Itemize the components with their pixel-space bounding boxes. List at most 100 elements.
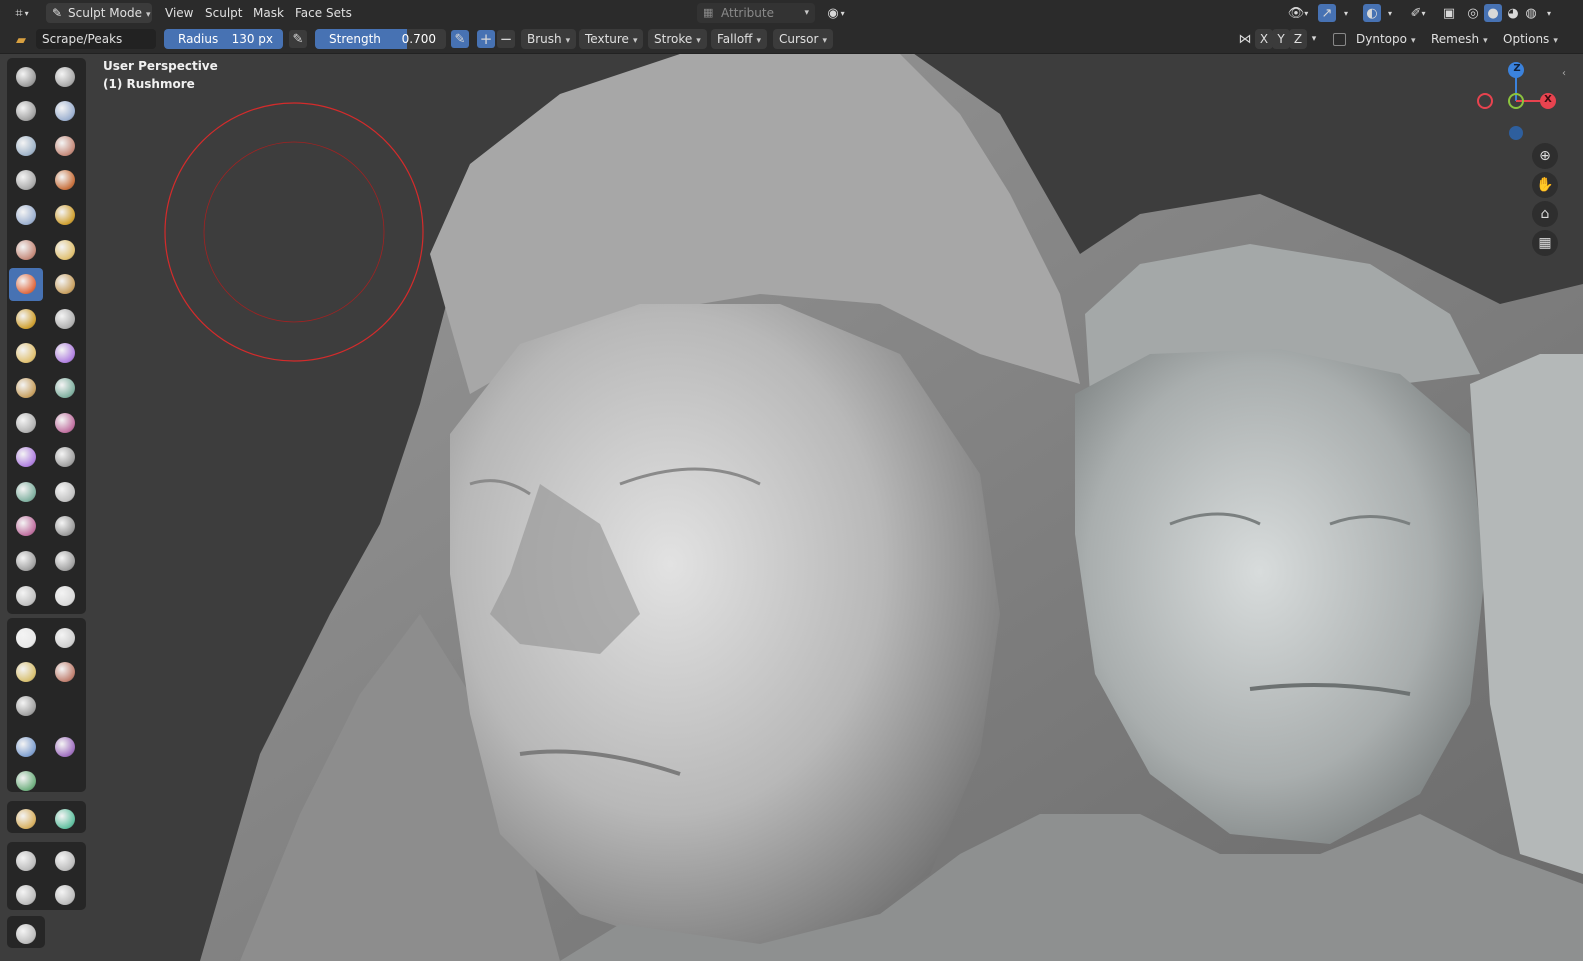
remesh-dropdown[interactable]: Remesh ▾ [1425,29,1494,49]
brush-tool[interactable] [48,544,82,577]
face-set-tool[interactable] [9,730,43,763]
mirror-x-toggle[interactable]: X [1255,29,1273,49]
xray-icon[interactable]: ▣ [1440,4,1458,22]
cursor-dropdown[interactable]: Cursor ▾ [773,29,833,49]
brush-tool[interactable] [48,95,82,128]
menu-face-sets[interactable]: Face Sets [295,3,352,23]
brush-tool[interactable] [9,267,43,301]
brush-tool[interactable] [9,475,43,508]
brush-name-field[interactable]: Scrape/Peaks [36,29,156,49]
lasso-mask-tool[interactable] [48,621,82,654]
mirror-y-toggle[interactable]: Y [1272,29,1290,49]
attribute-selector[interactable]: ▦ Attribute ▾ [697,3,815,23]
view-name-label: User Perspective [103,59,218,73]
brush-tool[interactable] [48,441,82,474]
box-hide-tool[interactable] [9,689,43,722]
mode-selector[interactable]: ✎ Sculpt Mode ▾ [46,3,152,23]
options-dropdown[interactable]: Options ▾ [1497,29,1564,49]
gizmo-neg-z-axis[interactable] [1509,126,1523,140]
sidebar-collapse-icon[interactable]: ‹ [1562,68,1566,79]
annotate-icon [16,923,36,944]
brush-tool[interactable] [9,510,43,543]
face-set-edit-icon [55,736,75,757]
zoom-icon[interactable]: ⊕ [1532,143,1558,169]
brush-tool[interactable] [48,302,82,335]
line-project-tool[interactable] [48,655,82,688]
brush-tool[interactable] [9,441,43,474]
brush-asset-icon[interactable]: ▰ [12,31,30,49]
rotate-tool[interactable] [48,844,82,877]
brush-tool[interactable] [48,60,82,93]
shading-material-icon[interactable]: ◕ [1504,4,1522,22]
brush-tool[interactable] [9,579,43,612]
brush-tool[interactable] [9,544,43,577]
falloff-dropdown[interactable]: Falloff ▾ [711,29,767,49]
brush-tool[interactable] [48,579,82,612]
brush-name: Scrape/Peaks [42,32,123,46]
brush-tool[interactable] [48,233,82,266]
scale-tool[interactable] [9,878,43,911]
subtract-direction-button[interactable]: − [497,30,515,48]
cloth-filter-tool[interactable] [48,802,82,835]
chevron-down-icon[interactable]: ▾ [1340,4,1352,22]
move-tool[interactable] [9,844,43,877]
menu-sculpt[interactable]: Sculpt [205,3,242,23]
perspective-grid-icon[interactable]: ▦ [1532,230,1558,256]
brush-tool[interactable] [48,129,82,162]
add-direction-button[interactable]: + [477,30,495,48]
eyedropper-icon[interactable]: ✐ ▾ [1404,4,1432,22]
face-set-edit-tool[interactable] [48,730,82,763]
brush-tool[interactable] [9,406,43,439]
pressure-radius-icon[interactable]: ✎ [289,30,307,48]
3d-viewport[interactable]: User Perspective (1) Rushmore Z X ⊕ ✋ ⌂ … [0,54,1583,961]
box-mask-tool[interactable] [9,621,43,654]
pan-hand-icon[interactable]: ✋ [1532,172,1558,198]
brush-dropdown[interactable]: Brush ▾ [521,29,577,49]
brush-tool[interactable] [48,268,82,301]
annotate-tool[interactable] [9,917,43,950]
gizmo-toggle-icon[interactable]: ↗ [1318,4,1336,22]
camera-icon[interactable]: ⌂ [1532,201,1558,227]
shading-rendered-icon[interactable]: ◍ [1522,4,1540,22]
gizmo-neg-x-axis[interactable] [1477,93,1493,109]
menu-mask[interactable]: Mask [253,3,284,23]
pivot-icon[interactable]: ◉ ▾ [820,4,852,22]
chevron-down-icon[interactable]: ▾ [1384,4,1396,22]
brush-tool[interactable] [48,198,82,231]
brush-tool[interactable] [9,164,43,197]
stroke-dropdown[interactable]: Stroke ▾ [648,29,707,49]
brush-tool[interactable] [9,233,43,266]
transform-tool[interactable] [48,878,82,911]
brush-tool[interactable] [48,510,82,543]
brush-tool[interactable] [48,164,82,197]
visibility-icon[interactable]: 👁 ▾ [1284,4,1312,22]
cursor-dropdown-label: Cursor [779,32,819,46]
mesh-filter-tool[interactable] [9,802,43,835]
strength-slider[interactable]: Strength 0.700 [315,29,446,49]
chevron-down-icon[interactable]: ▾ [1542,4,1556,22]
shading-solid-icon[interactable]: ● [1484,4,1502,22]
editor-type-icon[interactable]: ⌗ ▾ [8,4,36,22]
brush-tool[interactable] [9,302,43,335]
brush-tool[interactable] [9,337,43,370]
brush-tool[interactable] [9,371,43,404]
brush-tool[interactable] [48,475,82,508]
pressure-strength-icon[interactable]: ✎ [451,30,469,48]
brush-tool[interactable] [9,95,43,128]
shading-wireframe-icon[interactable]: ◎ [1464,4,1482,22]
dyntopo-checkbox[interactable] [1333,33,1346,46]
dyntopo-dropdown[interactable]: Dyntopo ▾ [1350,29,1421,49]
chevron-down-icon[interactable]: ▾ [1305,30,1323,48]
brush-tool[interactable] [48,406,82,439]
brush-tool[interactable] [48,371,82,404]
face-set-lasso-tool[interactable] [9,764,43,797]
box-trim-tool[interactable] [9,655,43,688]
brush-tool[interactable] [9,60,43,93]
brush-tool[interactable] [9,198,43,231]
texture-dropdown[interactable]: Texture ▾ [579,29,644,49]
menu-view[interactable]: View [165,3,193,23]
radius-slider[interactable]: Radius 130 px [164,29,283,49]
overlays-icon[interactable]: ◐ [1363,4,1381,22]
brush-tool[interactable] [9,129,43,162]
brush-tool[interactable] [48,337,82,370]
